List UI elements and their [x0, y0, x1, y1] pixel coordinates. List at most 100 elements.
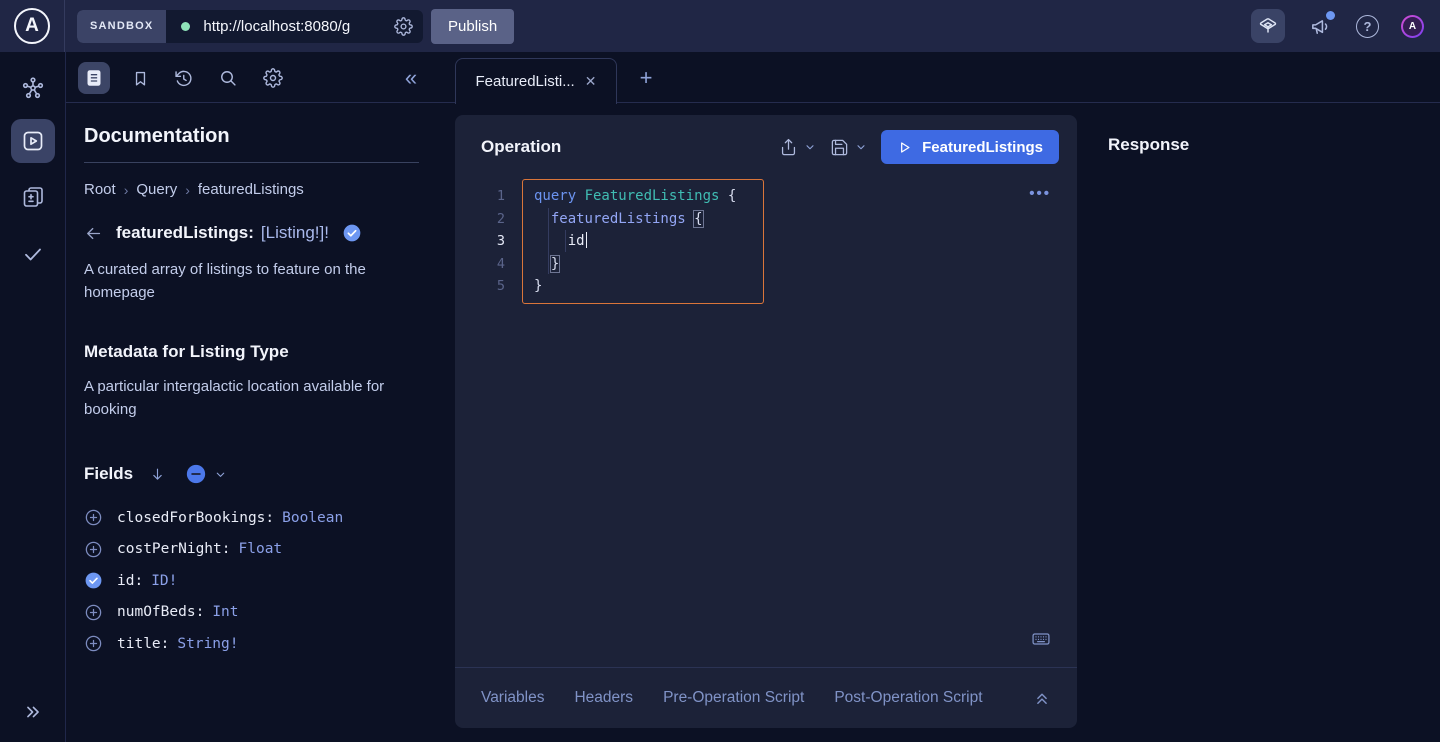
keyboard-shortcuts-icon[interactable]	[1031, 629, 1051, 649]
field-row-cost-per-night[interactable]: costPerNight: Float	[84, 534, 419, 566]
checkmark-icon	[21, 242, 45, 266]
tab-featured-listings[interactable]: FeaturedListi... ✕	[455, 58, 617, 104]
history-tool-button[interactable]	[167, 62, 199, 94]
tab-close-icon[interactable]: ✕	[585, 73, 597, 90]
workspace: Operation Featu	[441, 103, 1440, 742]
topbar-actions: ? A	[1251, 9, 1424, 43]
connection-settings-gear-icon[interactable]	[394, 17, 413, 36]
sandbox-box-icon	[1257, 15, 1279, 37]
operation-controls: FeaturedListings	[779, 130, 1059, 164]
fields-options-chevron-icon[interactable]	[214, 468, 227, 481]
collapse-sidebar-button[interactable]: «	[395, 62, 427, 94]
documentation-tool-button[interactable]	[78, 62, 110, 94]
collapse-footer-panel-icon[interactable]	[1033, 689, 1051, 707]
breadcrumb-query[interactable]: Query	[136, 181, 177, 198]
announcements-button[interactable]	[1309, 15, 1332, 38]
text-cursor	[586, 232, 588, 248]
field-list: closedForBookings: Boolean costPerNight:…	[84, 502, 419, 660]
operation-header: Operation Featu	[455, 115, 1077, 179]
field-selected-check-icon[interactable]	[84, 571, 104, 590]
expand-rail-button[interactable]	[11, 692, 55, 732]
add-field-icon[interactable]	[84, 634, 104, 653]
type-metadata-description: A particular intergalactic location avai…	[84, 375, 419, 421]
apollo-logo: A	[14, 8, 50, 44]
deselect-all-fields-icon[interactable]	[185, 463, 207, 485]
operation-footer: Variables Headers Pre-Operation Script P…	[455, 667, 1077, 728]
operation-panel: Operation Featu	[455, 115, 1077, 728]
operation-panel-title: Operation	[481, 137, 561, 157]
selected-field-description: A curated array of listings to feature o…	[84, 258, 406, 304]
endpoint-url-box[interactable]: SANDBOX http://localhost:8080/g	[77, 10, 423, 43]
line-number-gutter: 1 2 3 4 5	[455, 185, 505, 298]
run-operation-button[interactable]: FeaturedListings	[881, 130, 1059, 164]
connection-status-dot	[181, 22, 190, 31]
bookmark-icon	[131, 69, 150, 88]
query-code-block[interactable]: queryFeaturedListings{ featuredListings{…	[522, 179, 764, 304]
sandbox-environment-badge: SANDBOX	[77, 10, 166, 43]
save-operation-icon[interactable]	[830, 138, 849, 157]
tab-headers[interactable]: Headers	[574, 689, 633, 707]
documentation-divider	[84, 162, 419, 163]
add-field-icon[interactable]	[84, 540, 104, 559]
fields-header: Fields	[84, 463, 419, 485]
breadcrumb: Root › Query › featuredListings	[84, 181, 419, 198]
field-row-title[interactable]: title: String!	[84, 628, 419, 660]
breadcrumb-separator-icon: ›	[116, 182, 137, 198]
user-avatar[interactable]: A	[1401, 15, 1424, 38]
rail-checks-button[interactable]	[11, 232, 55, 276]
share-options-chevron-icon[interactable]	[804, 141, 816, 153]
explorer-settings-button[interactable]	[257, 62, 289, 94]
share-operation-icon[interactable]	[779, 138, 798, 157]
search-tool-button[interactable]	[212, 62, 244, 94]
tab-variables[interactable]: Variables	[481, 689, 544, 707]
selected-field-name: featuredListings:	[116, 223, 254, 243]
run-play-icon	[897, 140, 912, 155]
fields-heading: Fields	[84, 464, 133, 484]
saved-operations-tool-button[interactable]	[124, 62, 156, 94]
response-panel: Response	[1108, 135, 1189, 155]
selected-field-header: featuredListings: [Listing!]!	[84, 223, 419, 243]
field-selected-check-icon[interactable]	[342, 223, 362, 243]
search-icon	[218, 68, 238, 88]
endpoint-url-input[interactable]: http://localhost:8080/g	[203, 18, 392, 35]
type-metadata-title: Metadata for Listing Type	[84, 342, 419, 362]
add-field-icon[interactable]	[84, 508, 104, 527]
operation-options-menu-icon[interactable]: •••	[1029, 185, 1051, 202]
back-arrow-icon[interactable]	[84, 224, 103, 243]
left-icon-rail	[0, 52, 66, 742]
gear-icon	[263, 68, 283, 88]
help-button[interactable]: ?	[1356, 15, 1379, 38]
operation-editor[interactable]: 1 2 3 4 5 queryFeaturedListings{ feature…	[455, 179, 1077, 667]
field-row-closed-for-bookings[interactable]: closedForBookings: Boolean	[84, 502, 419, 534]
notification-dot	[1326, 11, 1335, 20]
documentation-title: Documentation	[84, 125, 419, 148]
topbar-divider	[64, 0, 65, 52]
rail-schema-diff-button[interactable]	[11, 175, 55, 219]
embed-sandbox-button[interactable]	[1251, 9, 1285, 43]
history-icon	[173, 68, 194, 89]
selected-field-type[interactable]: [Listing!]!	[261, 223, 329, 243]
response-panel-title: Response	[1108, 135, 1189, 155]
graph-icon	[21, 76, 45, 100]
publish-button[interactable]: Publish	[431, 9, 514, 44]
play-square-icon	[21, 129, 45, 153]
breadcrumb-root[interactable]: Root	[84, 181, 116, 198]
breadcrumb-featured-listings[interactable]: featuredListings	[198, 181, 304, 198]
breadcrumb-separator-icon: ›	[177, 182, 198, 198]
new-tab-button[interactable]: +	[632, 64, 660, 92]
tab-label: FeaturedListi...	[476, 73, 575, 90]
tab-pre-operation-script[interactable]: Pre-Operation Script	[663, 689, 804, 707]
toolbar-row: « FeaturedListi... ✕ +	[66, 52, 1440, 103]
schema-diff-icon	[21, 185, 45, 209]
save-options-chevron-icon[interactable]	[855, 141, 867, 153]
apollo-sandbox-app: A SANDBOX http://localhost:8080/g Publis…	[0, 0, 1440, 742]
sort-fields-icon[interactable]	[149, 466, 166, 483]
add-field-icon[interactable]	[84, 603, 104, 622]
documentation-panel: Documentation Root › Query › featuredLis…	[66, 103, 441, 742]
top-bar: A SANDBOX http://localhost:8080/g Publis…	[0, 0, 1440, 52]
rail-explorer-button[interactable]	[11, 119, 55, 163]
field-row-id[interactable]: id: ID!	[84, 565, 419, 597]
tab-post-operation-script[interactable]: Post-Operation Script	[834, 689, 982, 707]
field-row-num-of-beds[interactable]: numOfBeds: Int	[84, 597, 419, 629]
rail-graph-button[interactable]	[11, 66, 55, 110]
